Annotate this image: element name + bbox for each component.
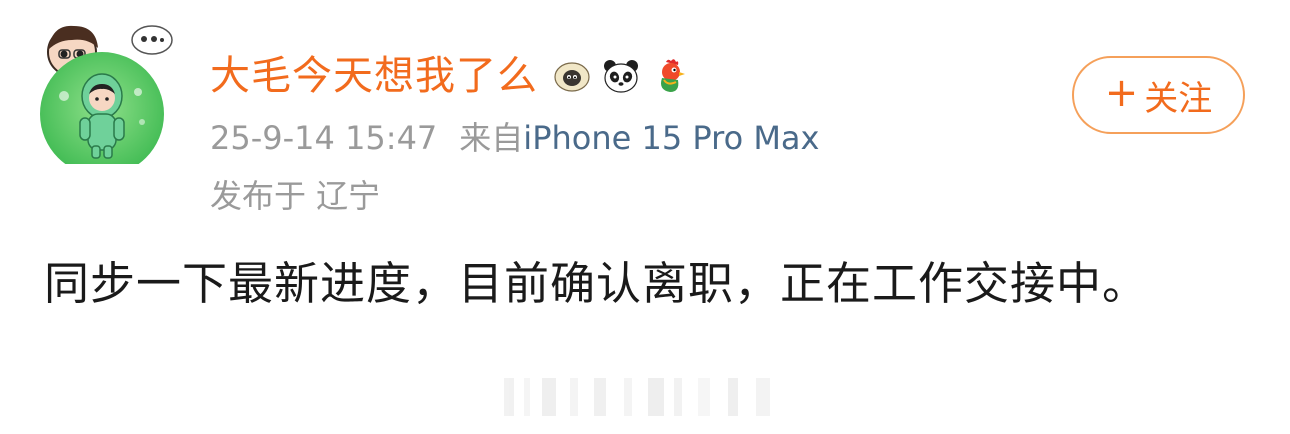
avatar[interactable] bbox=[30, 12, 180, 164]
rooster-badge-icon[interactable] bbox=[650, 56, 690, 96]
sheep-badge-icon[interactable] bbox=[552, 56, 592, 96]
source-prefix: 来自 bbox=[459, 119, 524, 157]
post-text: 同步一下最新进度，目前确认离职，正在工作交接中。 bbox=[44, 257, 1149, 310]
post-header: 大毛今天想我了么 bbox=[210, 50, 699, 102]
avatar-image bbox=[40, 52, 164, 164]
plus-icon: + bbox=[1104, 70, 1139, 116]
watermark-icon bbox=[498, 374, 788, 420]
source-device[interactable]: iPhone 15 Pro Max bbox=[523, 119, 819, 157]
post-location: 发布于 辽宁 bbox=[210, 177, 381, 215]
follow-label: 关注 bbox=[1144, 78, 1213, 119]
badge-list bbox=[552, 56, 699, 96]
follow-button[interactable]: + 关注 bbox=[1072, 56, 1245, 134]
weibo-post: 大毛今天想我了么 + 关注 25-9-14 15:47 来自iPhone 15 … bbox=[0, 0, 1290, 434]
post-meta: 25-9-14 15:47 来自iPhone 15 Pro Max bbox=[210, 116, 819, 160]
post-timestamp[interactable]: 25-9-14 15:47 bbox=[210, 119, 437, 157]
panda-badge-icon[interactable] bbox=[601, 56, 641, 96]
username[interactable]: 大毛今天想我了么 bbox=[210, 50, 538, 102]
